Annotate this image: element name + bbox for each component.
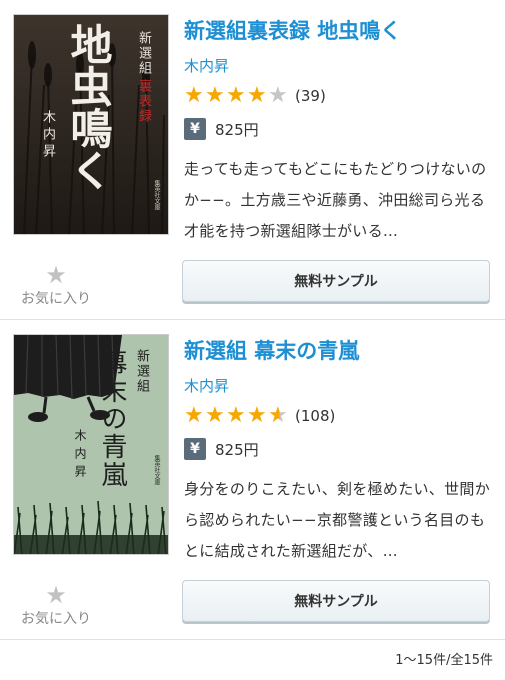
rating-count: (108) [295,407,336,425]
star-outline-icon: ★ [45,581,67,609]
cover-author: 木内昇 [40,110,55,161]
star-icon: ★ [184,83,204,108]
favorite-button[interactable]: ★ お気に入り [14,582,98,628]
cover-big-title: 幕末の青嵐 [97,349,127,489]
rating-stars: ★ ★ ★ ★ ★ [184,405,289,427]
star-icon: ★ [205,403,225,428]
favorite-label: お気に入り [21,291,91,307]
book-title[interactable]: 新選組 幕末の青嵐 [184,336,493,366]
book-cover[interactable]: 地虫鳴く 新選組 裏表録 木内昇 集英社文庫 [13,14,169,235]
book-author[interactable]: 木内昇 [184,375,229,396]
book-cover[interactable]: 幕末の青嵐 新選組 木内昇 集英社文庫 [13,334,169,555]
book-description: 身分をのりこえたい、剣を極めたい、世間から認められたい−−京都警護という名目のも… [184,480,491,560]
rating: ★ ★ ★ ★ ★ (39) [184,84,326,108]
favorite-button[interactable]: ★ お気に入り [14,262,98,308]
book-item: 幕末の青嵐 新選組 木内昇 集英社文庫 ★ お気に入り 新選組 幕末の青嵐 木内… [0,320,505,640]
cover-series: 新選組 [134,349,149,394]
rating-count: (39) [295,87,326,105]
free-sample-button[interactable]: 無料サンプル [182,580,490,622]
cover-author: 木内昇 [73,429,87,483]
price-value: 825円 [215,440,259,459]
star-icon: ★ [226,83,246,108]
star-outline-icon: ★ [45,261,67,289]
price: ¥ 825円 [184,118,259,140]
star-icon: ★ [184,403,204,428]
star-icon: ★ [247,403,267,428]
yen-icon: ¥ [184,438,206,460]
rating-stars: ★ ★ ★ ★ ★ [184,85,289,107]
star-half-icon: ★ [268,403,288,428]
favorite-label: お気に入り [21,611,91,627]
free-sample-button[interactable]: 無料サンプル [182,260,490,302]
book-author[interactable]: 木内昇 [184,55,229,76]
price-value: 825円 [215,120,259,139]
cover-big-title: 地虫鳴く [64,23,113,191]
price: ¥ 825円 [184,438,259,460]
book-item: 地虫鳴く 新選組 裏表録 木内昇 集英社文庫 ★ お気に入り 新選組裏表録 地虫… [0,0,505,320]
cover-publisher: 集英社文庫 [153,180,160,210]
book-title[interactable]: 新選組裏表録 地虫鳴く [184,16,493,46]
star-icon: ★ [205,83,225,108]
yen-icon: ¥ [184,118,206,140]
book-description: 走っても走ってもどこにもたどりつけないのか−−。土方歳三や近藤勇、沖田総司ら光る… [184,160,487,240]
cover-series-red: 裏表録 [136,79,151,124]
rating: ★ ★ ★ ★ ★ (108) [184,404,335,428]
star-icon: ★ [226,403,246,428]
pagination-summary: 1〜15件/全15件 [395,653,493,668]
star-icon: ★ [247,83,267,108]
star-empty-icon: ★ [268,83,288,108]
cover-publisher: 集英社文庫 [153,455,160,485]
cover-series: 新選組 [136,31,151,76]
